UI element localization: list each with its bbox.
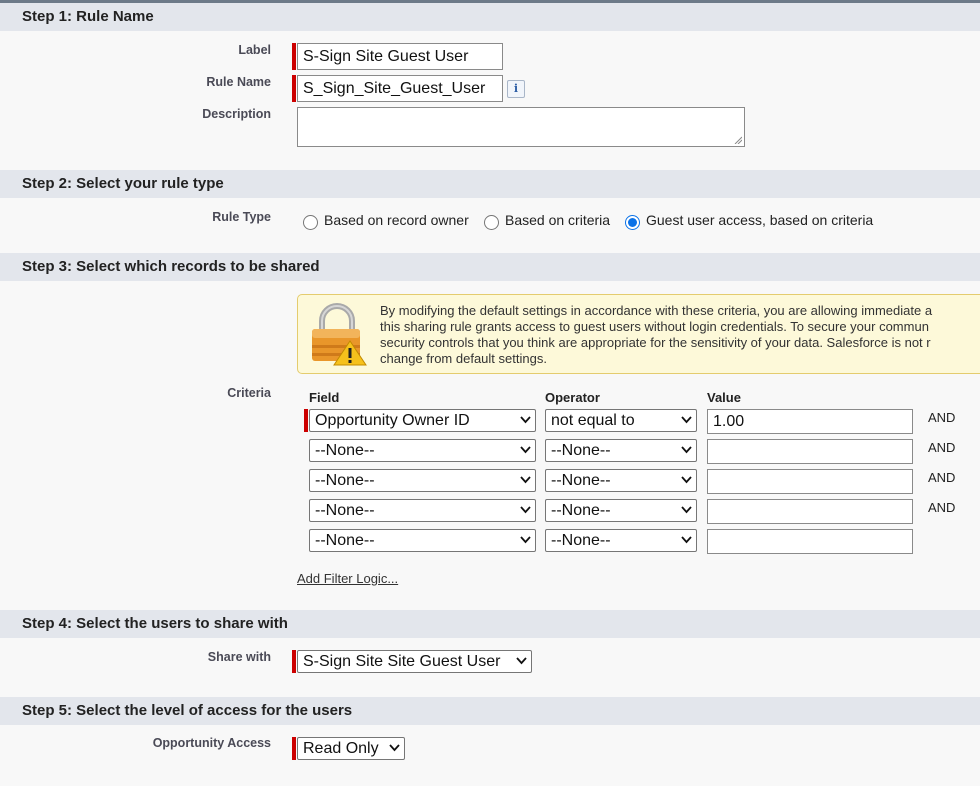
- radio-record-owner-label: Based on record owner: [324, 212, 469, 228]
- and-conjunction: AND: [928, 500, 956, 515]
- operator-select[interactable]: not equal to: [545, 409, 697, 432]
- rule-name-field-label: Rule Name: [206, 75, 271, 89]
- label-input[interactable]: S-Sign Site Guest User: [297, 43, 503, 70]
- required-marker: [292, 75, 296, 102]
- value-input[interactable]: [707, 529, 913, 554]
- radio-guest-user-access[interactable]: [625, 215, 640, 230]
- chevron-down-icon: [520, 536, 531, 544]
- chevron-down-icon: [681, 536, 692, 544]
- opportunity-access-label: Opportunity Access: [152, 736, 271, 750]
- description-textarea[interactable]: [297, 107, 745, 147]
- opportunity-access-select-value: Read Only: [303, 740, 379, 757]
- operator-select-value: --None--: [551, 532, 611, 549]
- share-with-select-value: S-Sign Site Site Guest User: [303, 653, 501, 670]
- field-select-value: --None--: [315, 472, 375, 489]
- info-icon[interactable]: i: [507, 80, 525, 98]
- value-input[interactable]: [707, 499, 913, 524]
- radio-criteria-label: Based on criteria: [505, 212, 611, 228]
- chevron-down-icon: [389, 744, 400, 752]
- required-marker: [292, 650, 296, 673]
- warning-line: change from default settings.: [380, 351, 547, 366]
- lock-warning-icon: [312, 303, 367, 366]
- field-column-header: Field: [309, 390, 340, 405]
- warning-text: By modifying the default settings in acc…: [380, 303, 980, 367]
- operator-select[interactable]: --None--: [545, 469, 697, 492]
- field-select-value: Opportunity Owner ID: [315, 412, 470, 429]
- share-with-select[interactable]: S-Sign Site Site Guest User: [297, 650, 532, 673]
- operator-select[interactable]: --None--: [545, 499, 697, 522]
- chevron-down-icon: [681, 446, 692, 454]
- chevron-down-icon: [520, 506, 531, 514]
- warning-line: this sharing rule grants access to guest…: [380, 319, 929, 334]
- add-filter-logic-link[interactable]: Add Filter Logic...: [297, 571, 398, 586]
- operator-select-value: --None--: [551, 472, 611, 489]
- field-select[interactable]: --None--: [309, 529, 536, 552]
- step3-header: Step 3: Select which records to be share…: [0, 253, 980, 281]
- field-select[interactable]: --None--: [309, 439, 536, 462]
- operator-select-value: --None--: [551, 502, 611, 519]
- field-select[interactable]: --None--: [309, 499, 536, 522]
- operator-column-header: Operator: [545, 390, 600, 405]
- step5-header: Step 5: Select the level of access for t…: [0, 697, 980, 725]
- value-input[interactable]: [707, 439, 913, 464]
- chevron-down-icon: [681, 476, 692, 484]
- step4-header: Step 4: Select the users to share with: [0, 610, 980, 638]
- warning-line: By modifying the default settings in acc…: [380, 303, 933, 318]
- chevron-down-icon: [516, 657, 527, 665]
- rule-name-input[interactable]: S_Sign_Site_Guest_User: [297, 75, 503, 102]
- radio-record-owner[interactable]: [303, 215, 318, 230]
- description-field-label: Description: [202, 107, 271, 121]
- field-select[interactable]: Opportunity Owner ID: [309, 409, 536, 432]
- chevron-down-icon: [681, 506, 692, 514]
- operator-select[interactable]: --None--: [545, 529, 697, 552]
- required-marker: [304, 409, 308, 432]
- value-column-header: Value: [707, 390, 741, 405]
- and-conjunction: AND: [928, 410, 956, 425]
- label-field-label: Label: [238, 43, 271, 57]
- operator-select-value: --None--: [551, 442, 611, 459]
- radio-guest-user-access-label: Guest user access, based on criteria: [646, 212, 874, 228]
- field-select-value: --None--: [315, 532, 375, 549]
- warning-line: security controls that you think are app…: [380, 335, 931, 350]
- and-conjunction: AND: [928, 470, 956, 485]
- field-select[interactable]: --None--: [309, 469, 536, 492]
- operator-select[interactable]: --None--: [545, 439, 697, 462]
- warning-box: By modifying the default settings in acc…: [297, 294, 980, 374]
- chevron-down-icon: [681, 416, 692, 424]
- chevron-down-icon: [520, 476, 531, 484]
- criteria-label: Criteria: [227, 386, 271, 400]
- rule-type-label: Rule Type: [212, 210, 271, 224]
- step2-header: Step 2: Select your rule type: [0, 170, 980, 198]
- chevron-down-icon: [520, 416, 531, 424]
- opportunity-access-select[interactable]: Read Only: [297, 737, 405, 760]
- required-marker: [292, 737, 296, 760]
- field-select-value: --None--: [315, 502, 375, 519]
- and-conjunction: AND: [928, 440, 956, 455]
- radio-criteria[interactable]: [484, 215, 499, 230]
- field-select-value: --None--: [315, 442, 375, 459]
- value-input[interactable]: [707, 469, 913, 494]
- chevron-down-icon: [520, 446, 531, 454]
- step1-header: Step 1: Rule Name: [0, 3, 980, 31]
- share-with-label: Share with: [207, 650, 271, 664]
- required-marker: [292, 43, 296, 70]
- operator-select-value: not equal to: [551, 412, 635, 429]
- resize-grip-icon[interactable]: [734, 136, 742, 144]
- value-input[interactable]: 1.00: [707, 409, 913, 434]
